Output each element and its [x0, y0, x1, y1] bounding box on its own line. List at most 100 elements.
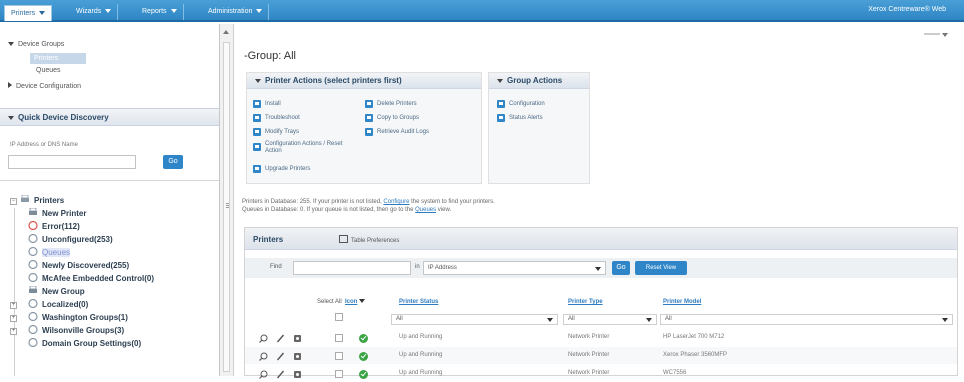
configure-link[interactable]: Configure	[383, 199, 409, 205]
audit-log-icon	[365, 128, 373, 136]
tree-item-washington[interactable]: Washington Groups(1)	[28, 312, 128, 324]
action-install[interactable]: Install	[265, 101, 281, 108]
menu-printers[interactable]: Printers	[4, 5, 53, 21]
type-column-header[interactable]: Printer Type	[568, 299, 603, 305]
row-checkbox[interactable]	[335, 370, 343, 378]
printer-details-icon[interactable]	[293, 334, 302, 343]
model-filter-value: All	[665, 316, 672, 322]
search-icon[interactable]	[259, 352, 268, 361]
tree-item-label: Unconfigured(253)	[42, 235, 113, 244]
reset-view-button[interactable]: Reset View	[635, 261, 687, 275]
expand-toggle[interactable]: +	[10, 315, 17, 322]
ip-address-input[interactable]	[8, 155, 136, 169]
action-troubleshoot[interactable]: Troubleshoot	[265, 115, 300, 122]
group-icon	[28, 312, 38, 321]
icon-column-header[interactable]: Icon	[345, 299, 366, 305]
left-scrollbar[interactable]	[220, 24, 234, 376]
action-configuration-reset[interactable]: Configuration Actions / Reset Action	[265, 141, 345, 155]
menu-administration[interactable]: Administration	[202, 4, 270, 20]
expand-toggle[interactable]: +	[10, 302, 17, 309]
icon-column-label: Icon	[345, 299, 358, 305]
device-groups-node[interactable]: Device Groups	[8, 41, 64, 48]
device-configuration-node[interactable]: Device Configuration	[8, 82, 81, 90]
printer-actions-panel: Printer Actions (select printers first) …	[246, 72, 482, 184]
find-field-value: IP Address	[428, 265, 457, 271]
table-row[interactable]: Up and Running Network Printer WC7556	[245, 365, 957, 382]
tree-item-label: New Group	[42, 287, 85, 296]
group-icon	[28, 325, 38, 334]
group-actions-title: Group Actions	[507, 76, 563, 85]
find-field-select[interactable]: IP Address	[423, 261, 606, 275]
row-checkbox[interactable]	[335, 352, 343, 360]
status-filter-select[interactable]: All	[391, 314, 558, 325]
printer-actions-title: Printer Actions (select printers first)	[265, 76, 402, 85]
discover-go-button[interactable]: Go	[163, 155, 183, 169]
printer-details-icon[interactable]	[293, 370, 302, 379]
tree-item-domain-group[interactable]: Domain Group Settings(0)	[28, 338, 141, 350]
type-filter-select[interactable]: All	[563, 314, 657, 325]
queue-icon	[28, 247, 38, 256]
collapse-toggle[interactable]: −	[10, 198, 17, 205]
chevron-down-icon	[942, 318, 948, 322]
tree-item-error[interactable]: Error(112)	[28, 221, 80, 233]
tree-item-mcafee[interactable]: McAfee Embedded Control(0)	[28, 273, 154, 285]
tree-item-label: Newly Discovered(255)	[42, 261, 130, 270]
cell-model: Xerox Phaser 3560MFP	[663, 352, 728, 358]
cell-status: Up and Running	[399, 370, 443, 376]
printers-title: Printers	[253, 235, 284, 244]
menu-wizards[interactable]: Wizards	[70, 4, 119, 20]
tree-item-queues[interactable]: Queues	[28, 247, 71, 259]
collapse-all-icon[interactable]	[924, 32, 948, 38]
device-configuration-label: Device Configuration	[16, 83, 81, 90]
group-action-status-alerts[interactable]: Status Alerts	[509, 115, 543, 122]
tree-item-wilsonville[interactable]: Wilsonville Groups(3)	[28, 325, 124, 337]
action-retrieve-audit-logs[interactable]: Retrieve Audit Logs	[377, 129, 429, 136]
action-upgrade-printers[interactable]: Upgrade Printers	[265, 166, 310, 173]
group-icon	[28, 338, 38, 347]
printer-details-icon[interactable]	[293, 352, 302, 361]
tree-root-printers[interactable]: Printers	[20, 195, 64, 207]
top-navigation-bar: Printers Wizards Reports Administration …	[0, 0, 964, 22]
select-all-checkbox[interactable]	[335, 313, 343, 321]
action-delete-printers[interactable]: Delete Printers	[377, 101, 417, 108]
quick-discovery-header[interactable]: Quick Device Discovery	[0, 108, 219, 126]
tree-item-new-group[interactable]: New Group	[28, 286, 85, 298]
action-copy-to-groups[interactable]: Copy to Groups	[377, 115, 419, 122]
nav-queues[interactable]: Queues	[36, 67, 61, 74]
chevron-down-icon	[646, 318, 652, 322]
grip-line	[226, 205, 229, 206]
table-row[interactable]: Up and Running Network Printer Xerox Pha…	[245, 347, 957, 364]
row-checkbox[interactable]	[335, 334, 343, 342]
tree-item-newly-discovered[interactable]: Newly Discovered(255)	[28, 260, 129, 272]
info-text: the system to find your printers.	[409, 199, 495, 205]
menu-reports[interactable]: Reports	[136, 4, 184, 20]
tree-item-localized[interactable]: Localized(0)	[28, 299, 88, 311]
cell-model: WC7556	[663, 370, 687, 376]
edit-icon[interactable]	[276, 370, 285, 379]
troubleshoot-icon	[253, 114, 261, 122]
search-icon[interactable]	[259, 334, 268, 343]
status-column-header[interactable]: Printer Status	[399, 299, 438, 305]
scroll-thumb[interactable]	[223, 42, 230, 372]
group-action-configuration[interactable]: Configuration	[509, 101, 545, 108]
model-column-header[interactable]: Printer Model	[663, 299, 701, 305]
edit-icon[interactable]	[276, 334, 285, 343]
tree-item-new-printer[interactable]: New Printer	[28, 208, 86, 220]
select-all-label[interactable]: Select All	[317, 299, 342, 305]
nav-printers[interactable]: Printers	[34, 55, 58, 62]
table-preferences-button[interactable]: Table Preferences	[339, 235, 399, 244]
action-modify-trays[interactable]: Modify Trays	[265, 129, 299, 136]
queues-link[interactable]: Queues	[415, 207, 436, 213]
find-go-button[interactable]: Go	[612, 261, 630, 275]
table-row[interactable]: Up and Running Network Printer HP LaserJ…	[245, 329, 957, 346]
edit-icon[interactable]	[276, 352, 285, 361]
search-icon[interactable]	[259, 370, 268, 379]
tree-item-unconfigured[interactable]: Unconfigured(253)	[28, 234, 113, 246]
scroll-up-icon[interactable]	[223, 30, 229, 34]
left-panel: Device Groups Printers Queues Device Con…	[0, 24, 220, 376]
find-input[interactable]	[293, 261, 411, 275]
device-groups-label: Device Groups	[18, 41, 65, 48]
find-label: Find	[270, 264, 282, 270]
model-filter-select[interactable]: All	[660, 314, 953, 325]
expand-toggle[interactable]: +	[10, 328, 17, 335]
